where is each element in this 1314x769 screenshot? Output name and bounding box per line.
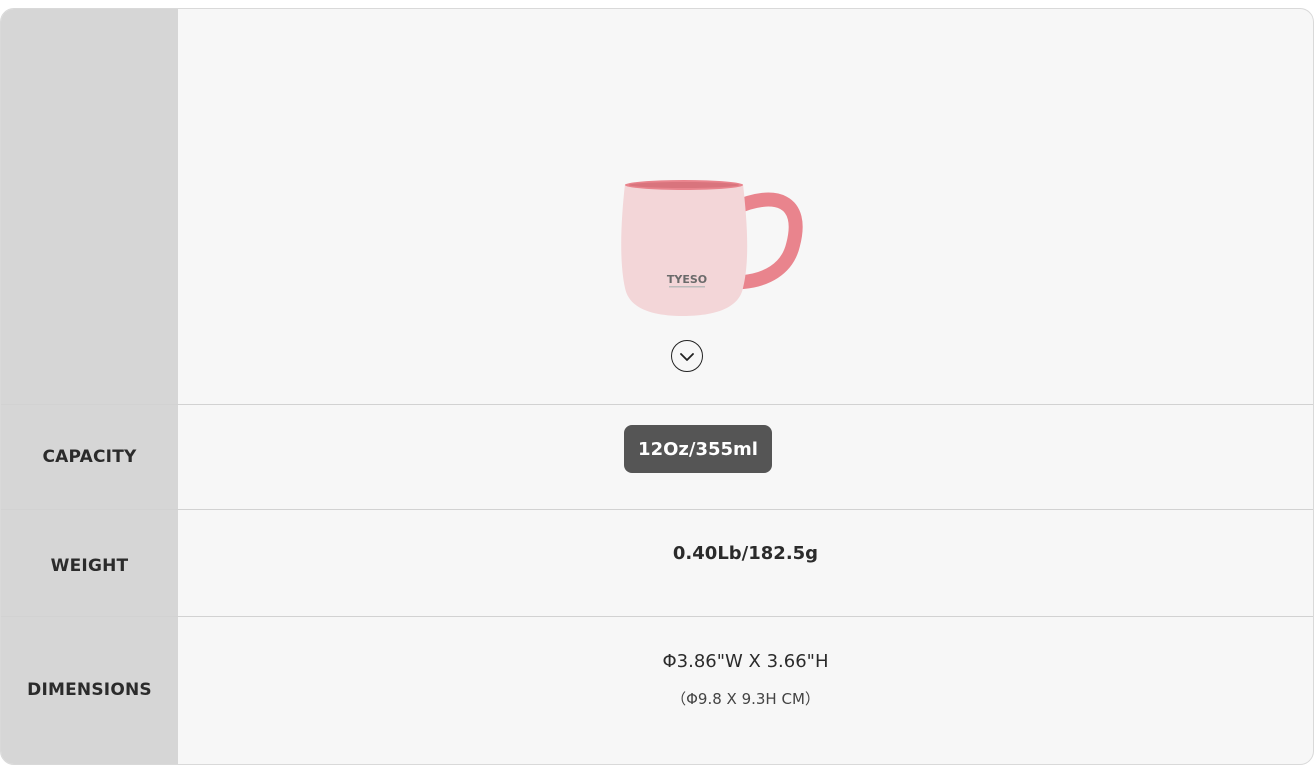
dimensions-label: DIMENSIONS xyxy=(27,680,152,700)
capacity-label: CAPACITY xyxy=(42,447,137,467)
brand-logo: TYESO xyxy=(667,273,707,286)
expand-button[interactable] xyxy=(671,340,703,372)
weight-value: 0.40Lb/182.5g xyxy=(672,543,819,564)
capacity-option-button[interactable]: 12Oz/355ml xyxy=(624,425,772,473)
row-divider xyxy=(1,616,1313,617)
row-divider xyxy=(1,404,1313,405)
weight-label: WEIGHT xyxy=(50,556,129,576)
product-image-mug: TYESO xyxy=(615,170,805,320)
capacity-value: 12Oz/355ml xyxy=(638,438,758,460)
chevron-down-icon xyxy=(680,347,694,366)
label-column xyxy=(1,9,178,764)
row-divider xyxy=(1,509,1313,510)
dimensions-value-cm: （Φ9.8 X 9.3H CM） xyxy=(671,690,820,708)
dimensions-value-inch: Φ3.86"W X 3.66"H xyxy=(662,651,829,672)
